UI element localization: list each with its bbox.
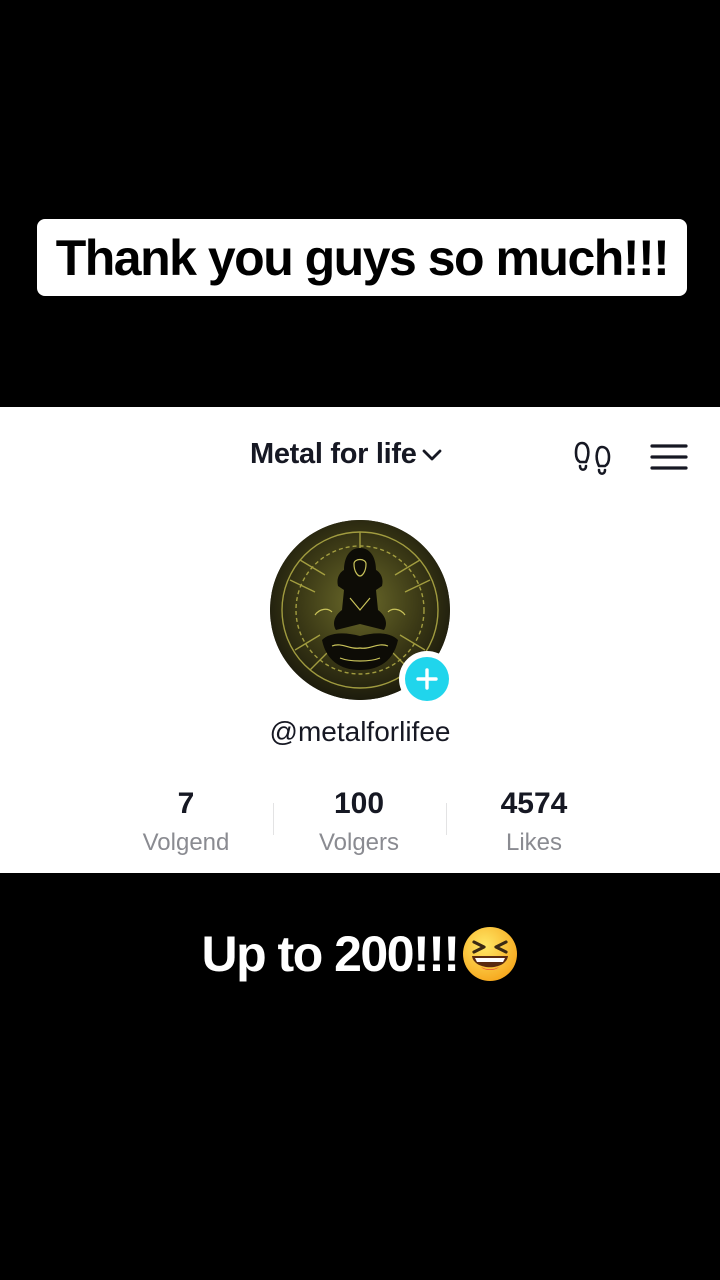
- following-count: 7: [177, 787, 195, 820]
- top-caption-box: Thank you guys so much!!!: [37, 219, 687, 296]
- grinning-squinting-face-emoji: [462, 927, 517, 981]
- likes-count: 4574: [500, 787, 568, 820]
- plus-icon: [416, 668, 438, 690]
- bottom-caption-text: Up to 200!!!: [201, 926, 461, 982]
- hamburger-menu-icon[interactable]: [650, 443, 688, 471]
- account-name: Metal for life: [250, 438, 417, 470]
- followers-count: 100: [333, 787, 385, 820]
- footprints-icon[interactable]: [573, 440, 613, 476]
- profile-username: @metalforlifee: [269, 716, 451, 747]
- following-label: Volgend: [142, 829, 230, 856]
- bottom-caption: Up to 200!!!: [0, 918, 720, 990]
- stat-following[interactable]: 7 Volgend: [96, 785, 276, 857]
- add-story-button[interactable]: [399, 651, 455, 707]
- stat-likes[interactable]: 4574 Likes: [444, 785, 624, 857]
- add-badge-fill: [405, 657, 449, 701]
- chevron-down-icon: [422, 449, 442, 460]
- account-switcher[interactable]: Metal for life: [250, 438, 443, 471]
- likes-label: Likes: [505, 829, 563, 856]
- top-caption-text: Thank you guys so much!!!: [55, 229, 670, 286]
- stat-followers[interactable]: 100 Volgers: [269, 785, 449, 857]
- followers-label: Volgers: [318, 829, 400, 856]
